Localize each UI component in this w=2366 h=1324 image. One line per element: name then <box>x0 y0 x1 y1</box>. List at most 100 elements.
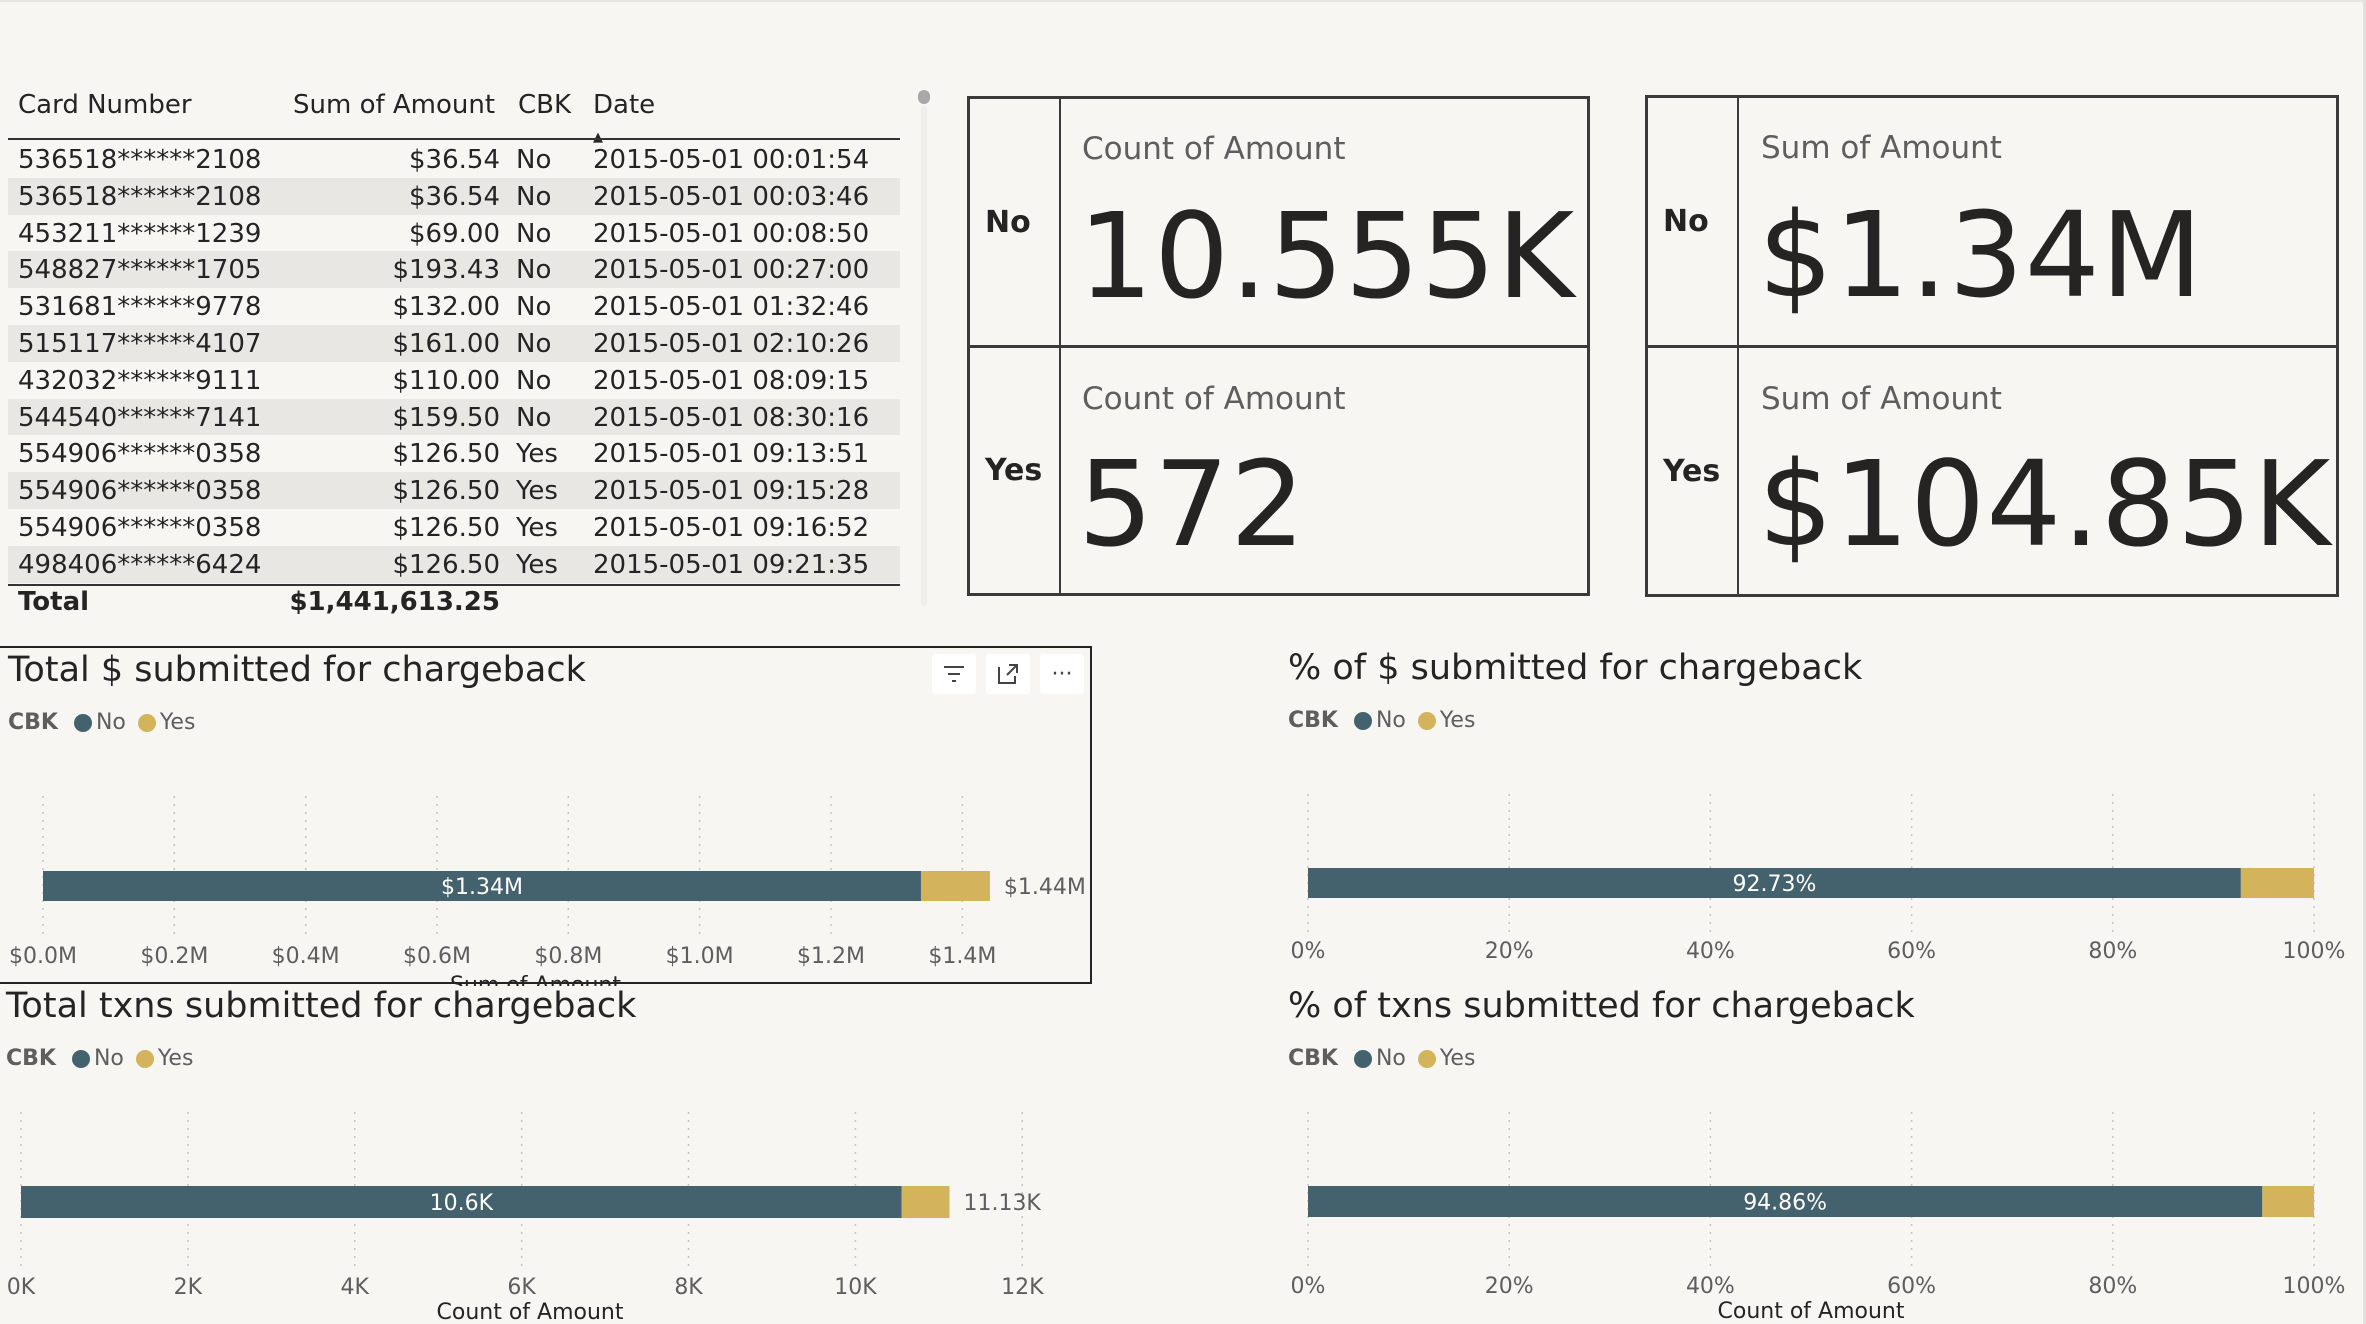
bar-chart-plot: 0K 2K 4K 6K 8K 10K 12K 10.6K 11.13K Count of Amou… <box>7 1112 1044 1324</box>
legend-dot-yes <box>1417 711 1436 730</box>
cell-sum-of-amount: $69.00 <box>409 218 500 249</box>
legend-item-yes[interactable]: Yes <box>1417 1046 1475 1071</box>
x-tick-label: $0.0M <box>9 944 77 969</box>
table-row[interactable]: 554906******0358 $126.50 Yes 2015-05-01 09:… <box>8 509 900 546</box>
table-row[interactable]: 548827******1705 $193.43 No 2015-05-01 00:2… <box>8 251 900 289</box>
chart-legend[interactable]: CBK No Yes <box>1288 1046 1487 1071</box>
cell-cbk: No <box>516 292 552 323</box>
table-row[interactable]: 554906******0358 $126.50 Yes 2015-05-01 09:… <box>8 472 900 509</box>
legend-title: CBK <box>1288 708 1338 733</box>
cell-sum-of-amount: $159.50 <box>392 402 500 433</box>
bar-segment-yes[interactable] <box>901 1186 950 1218</box>
x-tick-label: 20% <box>1485 939 1534 964</box>
cell-cbk: Yes <box>516 512 558 543</box>
column-header-cbk[interactable]: CBK <box>518 90 571 120</box>
bar-segment-yes[interactable] <box>920 871 990 901</box>
x-tick-label: 100% <box>2283 939 2346 964</box>
chart-percent-dollars-chargeback[interactable]: % of $ submitted for chargeback CBK No Y… <box>1280 646 2360 984</box>
kpi-row-label-yes: Yes <box>985 453 1043 488</box>
cell-sum-of-amount: $36.54 <box>409 181 500 212</box>
table-row[interactable]: 515117******4107 $161.00 No 2015-05-01 02:1… <box>8 324 900 362</box>
cell-cbk: Yes <box>516 439 558 470</box>
kpi-value-count-no: 10.555K <box>1078 187 1576 325</box>
legend-item-yes[interactable]: Yes <box>1417 708 1475 733</box>
chart-legend[interactable]: CBK No Yes <box>1288 708 1487 733</box>
filter-icon[interactable] <box>932 654 976 694</box>
chart-total-txns-chargeback[interactable]: Total txns submitted for chargeback CBK … <box>0 984 1092 1324</box>
bar-chart-plot: 0% 20% 40% 60% 80% 100% 92.73% <box>1291 794 2346 964</box>
chart-legend[interactable]: CBK No Yes <box>8 710 207 735</box>
x-tick-label: 40% <box>1686 939 1735 964</box>
footer-divider <box>8 584 900 586</box>
cell-date: 2015-05-01 09:21:35 <box>593 549 870 580</box>
table-scrollbar-track[interactable] <box>921 106 927 606</box>
x-tick-label: 12K <box>1001 1275 1044 1300</box>
x-tick-label: $1.4M <box>928 944 996 969</box>
table-row[interactable]: 432032******9111 $110.00 No 2015-05-01 08:0… <box>8 362 900 399</box>
legend-item-no[interactable]: No <box>73 710 126 735</box>
cell-date: 2015-05-01 00:08:50 <box>593 218 870 249</box>
x-tick-label: 0% <box>1291 939 1326 964</box>
table-scrollbar[interactable] <box>916 86 930 616</box>
chart-legend[interactable]: CBK No Yes <box>6 1046 205 1071</box>
table-scrollbar-thumb[interactable] <box>918 90 930 104</box>
x-tick-label: 40% <box>1686 1274 1735 1299</box>
chart-title: % of $ submitted for chargeback <box>1288 648 1863 688</box>
cell-cbk: No <box>516 365 552 396</box>
legend-dot-no <box>1353 1049 1372 1068</box>
x-axis-title: Count of Amount <box>1718 1299 1905 1324</box>
x-tick-label: 80% <box>2088 1274 2137 1299</box>
kpi-row-label-yes: Yes <box>1663 454 1721 489</box>
bar-segment-yes[interactable] <box>2240 868 2314 898</box>
bar-data-label: $1.34M <box>441 875 523 900</box>
legend-item-yes[interactable]: Yes <box>137 710 195 735</box>
more-options-icon[interactable]: ··· <box>1040 654 1084 694</box>
table-row[interactable]: 453211******1239 $69.00 No 2015-05-01 00:08… <box>8 215 900 252</box>
x-tick-label: $0.4M <box>272 944 340 969</box>
x-tick-label: $1.2M <box>797 944 865 969</box>
cell-date: 2015-05-01 00:03:46 <box>593 181 870 212</box>
legend-title: CBK <box>6 1046 56 1071</box>
table-row[interactable]: 531681******9778 $132.00 No 2015-05-01 01:3… <box>8 288 900 325</box>
legend-dot-no <box>71 1049 90 1068</box>
legend-item-no[interactable]: No <box>71 1046 124 1071</box>
cell-sum-of-amount: $126.50 <box>392 439 500 470</box>
focus-mode-icon[interactable] <box>986 654 1030 694</box>
legend-item-yes[interactable]: Yes <box>135 1046 193 1071</box>
cell-sum-of-amount: $126.50 <box>392 476 500 507</box>
legend-title: CBK <box>8 710 58 735</box>
sum-kpi-matrix[interactable]: No Sum of Amount $1.34M Yes Sum of Amoun… <box>1645 95 2339 597</box>
x-tick-label: 60% <box>1887 939 1936 964</box>
column-header-date[interactable]: Date <box>593 90 655 120</box>
legend-dot-yes <box>1417 1049 1436 1068</box>
chart-percent-txns-chargeback[interactable]: % of txns submitted for chargeback CBK N… <box>1280 984 2360 1324</box>
table-row[interactable]: 544540******7141 $159.50 No 2015-05-01 08:3… <box>8 398 900 436</box>
table-row[interactable]: 536518******2108 $36.54 No 2015-05-01 00:03… <box>8 177 900 215</box>
table-row[interactable]: 536518******2108 $36.54 No 2015-05-01 00:01… <box>8 141 900 178</box>
cell-date: 2015-05-01 01:32:46 <box>593 292 870 323</box>
count-kpi-matrix[interactable]: No Count of Amount 10.555K Yes Count of … <box>967 96 1590 596</box>
bar-data-label: 92.73% <box>1732 872 1816 897</box>
legend-label-no: No <box>95 710 126 735</box>
legend-item-no[interactable]: No <box>1353 1046 1406 1071</box>
header-divider <box>8 138 900 140</box>
x-tick-label: $0.2M <box>140 944 208 969</box>
kpi-card-title: Count of Amount <box>1082 381 1346 417</box>
column-header-sum-of-amount[interactable]: Sum of Amount <box>293 90 495 120</box>
cell-cbk: Yes <box>516 549 558 580</box>
kpi-value-count-yes: 572 <box>1078 435 1307 573</box>
x-tick-label: 80% <box>2088 939 2137 964</box>
bar-chart-plot: $0.0M $0.2M $0.4M $0.6M $0.8M $1.0M $1.2M $1.4M… <box>9 796 1086 986</box>
chart-title: Total txns submitted for chargeback <box>6 986 637 1026</box>
cell-date: 2015-05-01 02:10:26 <box>593 328 870 359</box>
table-row[interactable]: 498406******6424 $126.50 Yes 2015-05-01 09:… <box>8 545 900 583</box>
column-header-card-number[interactable]: Card Number <box>18 90 192 120</box>
cell-sum-of-amount: $193.43 <box>392 255 500 286</box>
table-row[interactable]: 554906******0358 $126.50 Yes 2015-05-01 09:… <box>8 435 900 472</box>
bar-segment-yes[interactable] <box>2262 1186 2314 1217</box>
legend-item-no[interactable]: No <box>1353 708 1406 733</box>
chart-total-dollars-chargeback[interactable]: Total $ submitted for chargeback ··· CBK… <box>0 646 1092 986</box>
transactions-table[interactable]: Card Number Sum of Amount CBK Date ▲ 536… <box>8 80 900 620</box>
cell-date: 2015-05-01 00:01:54 <box>593 145 870 175</box>
bar-total-label: 11.13K <box>963 1191 1041 1216</box>
